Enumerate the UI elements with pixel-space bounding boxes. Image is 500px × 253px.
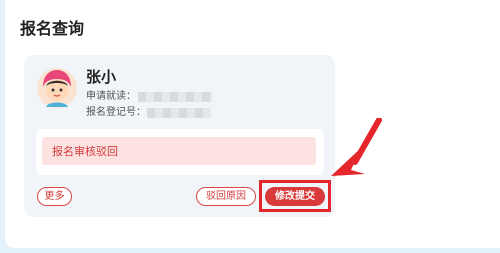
child-avatar-icon xyxy=(37,68,77,108)
section-title: 报名查询 xyxy=(20,19,85,38)
registration-no-value-redacted xyxy=(147,108,211,118)
modify-submit-button[interactable]: 修改提交 xyxy=(265,187,325,206)
registration-no-label: 报名登记号： xyxy=(86,107,146,118)
red-arrow-icon xyxy=(331,118,382,178)
apply-school-label: 申请就读： xyxy=(86,91,136,102)
more-button[interactable]: 更多 xyxy=(37,187,72,206)
notice-text: 报名审核驳回 xyxy=(52,145,118,158)
apply-school-value-redacted xyxy=(138,92,212,102)
reject-reason-button[interactable]: 驳回原因 xyxy=(196,187,256,206)
student-name: 张小 xyxy=(86,68,117,86)
